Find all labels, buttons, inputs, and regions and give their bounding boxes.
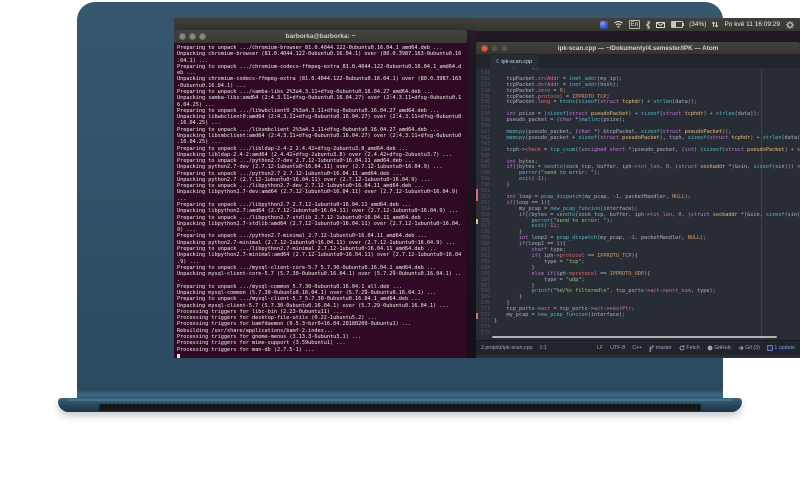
status-item-github[interactable]: GitHub (707, 345, 731, 351)
status-item-label: 1 update (774, 345, 795, 351)
terminal-line: Unpacking python2.7-dev (2.7.12-1ubuntu0… (177, 164, 443, 171)
github-icon (707, 345, 713, 351)
horizontal-scrollbar[interactable] (492, 336, 777, 338)
branch-icon (649, 344, 655, 352)
status-item-git-3-[interactable]: Git (3) (738, 345, 760, 351)
clock[interactable]: Po kvě 11 16:09:29 (724, 21, 780, 28)
status-item-label: Fetch (686, 345, 700, 351)
status-item-label: GitHub (714, 345, 731, 351)
laptop-screen-bezel: En (34%) Po kvě 11 16:09:29 barborka@bar… (77, 2, 800, 392)
terminal-line: Unpacking mysql-client-core-5.7 (5.7.30-… (177, 271, 462, 278)
update-icon (767, 345, 773, 351)
terminal-line: Unpacking samba-libs:amd64 (2:4.3.11+dfs… (177, 95, 462, 102)
status-item-utf-8[interactable]: UTF-8 (610, 345, 625, 351)
terminal-cursor (177, 353, 464, 358)
status-item-master[interactable]: master (649, 344, 672, 352)
laptop-keyboard (99, 404, 701, 411)
terminal-window[interactable]: barborka@barborka: ~ Preparing to unpack… (174, 30, 467, 358)
status-item-label: Git (3) (745, 345, 760, 351)
wifi-icon[interactable] (613, 21, 623, 28)
editor-tab-bar: C ipk-scan.cpp (476, 54, 800, 68)
terminal-line: Unpacking chromium-codecs-ffmpeg-extra (… (177, 76, 462, 83)
code-editor[interactable]: 530 tcph->urg_ptr = 0;531 532 tcpPacket.… (476, 68, 800, 340)
terminal-line: Preparing to unpack .../libpython2.7-std… (177, 214, 434, 221)
status-item-label: LF (596, 345, 604, 351)
tab-ipk-scan[interactable]: C ipk-scan.cpp (490, 55, 540, 68)
laptop-base (58, 398, 742, 412)
status-cursor-position[interactable]: 1:1 (540, 345, 547, 351)
tab-label: ipk-scan.cpp (501, 58, 533, 65)
terminal-line: Unpacking libpython2.7:amd64 (2.7.12-1ub… (177, 208, 459, 215)
terminal-titlebar[interactable]: barborka@barborka: ~ (174, 30, 467, 43)
code-area[interactable]: 530 tcph->urg_ptr = 0;531 532 tcpPacket.… (476, 68, 800, 337)
status-item-lf[interactable]: LF (597, 345, 603, 351)
status-item-label: C++ (632, 345, 643, 351)
status-file-path[interactable]: 2.projekt/ipk-scan.cpp (481, 345, 533, 351)
terminal-line: Unpacking mysql-client-5.7 (5.7.30-0ubun… (177, 302, 449, 309)
terminal-line: Unpacking libpython2.7-stdlib:amd64 (2.7… (177, 220, 462, 227)
terminal-line: Preparing to unpack .../python2.7-minima… (177, 233, 427, 240)
gear-icon[interactable] (786, 20, 794, 29)
terminal-line: Unpacking libpython2.7-dev:amd64 (2.7.12… (177, 189, 459, 196)
terminal-line: Unpacking chromium-browser (81.0.4044.12… (177, 51, 462, 58)
laptop-mockup: En (34%) Po kvě 11 16:09:29 barborka@bar… (0, 0, 800, 477)
refresh-icon (679, 345, 685, 351)
sync-arrows-icon[interactable] (712, 21, 719, 28)
laptop-base-highlight (68, 399, 732, 401)
desktop: En (34%) Po kvě 11 16:09:29 barborka@bar… (174, 18, 800, 358)
system-tray: En (34%) Po kvě 11 16:09:29 (599, 18, 794, 31)
git-icon (738, 345, 744, 351)
status-item-label: UTF-8 (610, 345, 626, 351)
bluetooth-icon[interactable] (646, 20, 651, 29)
keyboard-layout-indicator[interactable]: En (628, 20, 641, 29)
desktop-wallpaper (467, 30, 476, 358)
terminal-line: Unpacking libpython2.7-minimal:amd64 (2.… (177, 252, 462, 259)
editor-title: ipk-scan.cpp — ~/Dokumenty/4.semester/IP… (557, 44, 719, 52)
terminal-title: barborka@barborka: ~ (285, 33, 356, 40)
status-item-c-[interactable]: C++ (632, 345, 642, 351)
cpp-file-icon: C (496, 58, 500, 65)
editor-status-bar: 2.projekt/ipk-scan.cpp 1:1 LF UTF-8 C++ mas… (476, 340, 800, 355)
battery-icon[interactable] (671, 21, 685, 28)
editor-window[interactable]: ipk-scan.cpp — ~/Dokumenty/4.semester/IP… (476, 42, 800, 358)
mail-icon[interactable] (656, 21, 666, 28)
battery-percentage: (34%) (689, 21, 707, 28)
app-indicator-icon[interactable] (599, 20, 608, 29)
terminal-line: Preparing to unpack .../chromium-codecs-… (177, 63, 462, 70)
status-item-fetch[interactable]: Fetch (679, 345, 700, 351)
status-right-items: LF UTF-8 C++ master Fetch GitHub Git (3) 1 upda… (597, 344, 795, 352)
status-item-label: master (655, 345, 672, 351)
terminal-line: Preparing to unpack .../libsmbclient_2%3… (177, 126, 440, 133)
editor-titlebar[interactable]: ipk-scan.cpp — ~/Dokumenty/4.semester/IP… (476, 42, 800, 54)
status-item-1-update[interactable]: 1 update (767, 345, 795, 351)
terminal-output[interactable]: Preparing to unpack .../chromium-browser… (174, 43, 467, 358)
